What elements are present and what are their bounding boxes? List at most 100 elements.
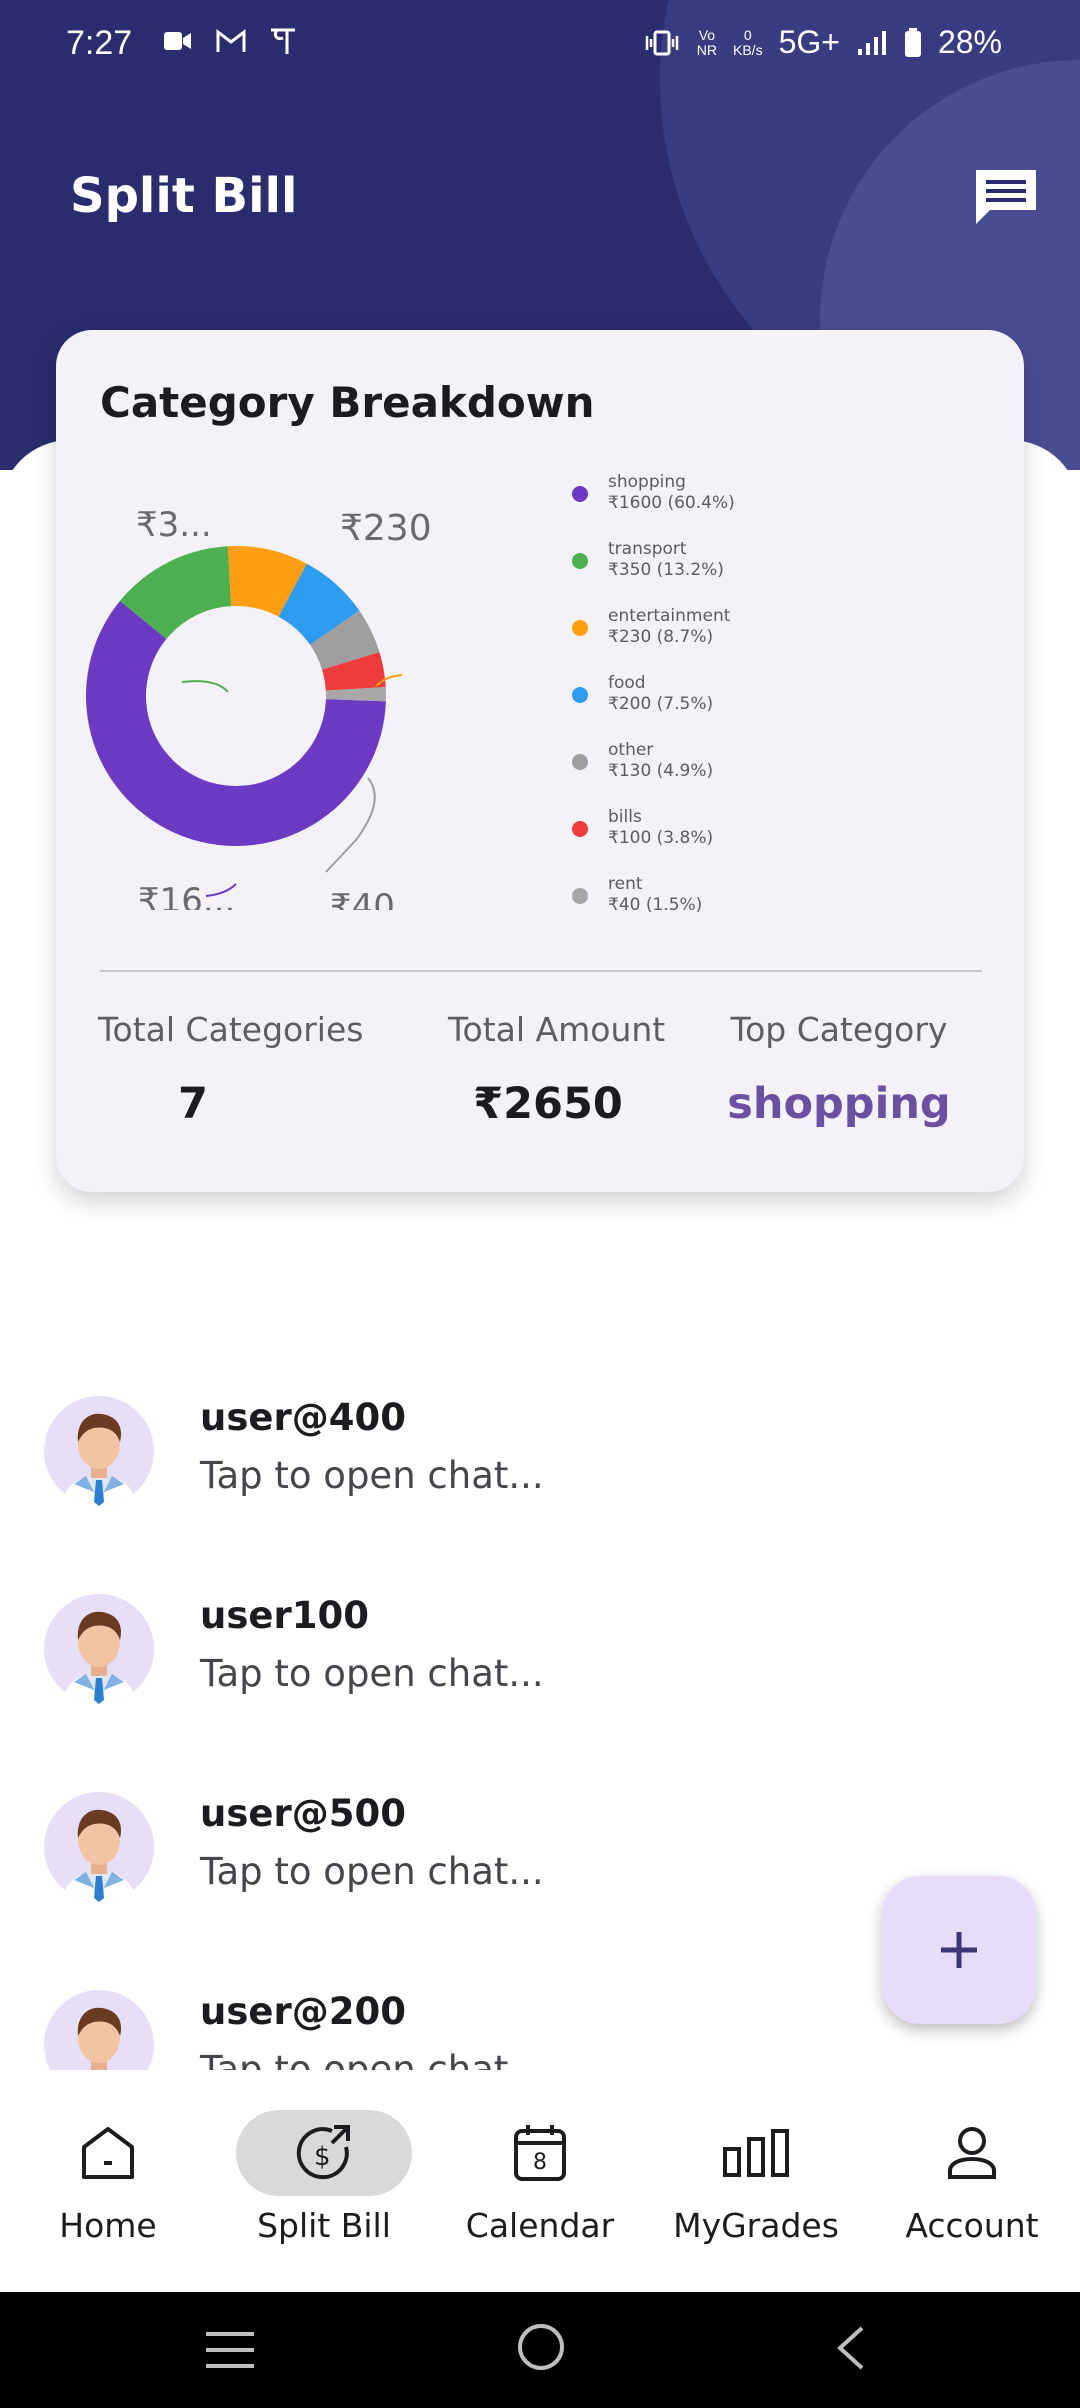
nav-label: MyGrades [673,2206,839,2245]
vibrate-icon [645,30,679,55]
legend-item-bills: bills ₹100 (3.8%) [572,807,972,874]
chart-legend: shopping ₹1600 (60.4%) transport ₹350 (13.2… [572,472,972,941]
legend-value: ₹200 (7.5%) [608,694,714,714]
user-avatar-icon [62,1809,136,1902]
legend-label: bills [608,807,642,827]
legend-value: ₹1600 (60.4%) [608,493,735,513]
page-title: Split Bill [70,168,298,224]
avatar [44,1990,154,2070]
battery-icon [904,27,921,57]
system-navigation-bar [0,2292,1080,2408]
chat-name: user@500 [200,1792,406,1835]
home-system-icon[interactable] [516,2322,566,2372]
data-speed: 0 KB/s [733,26,763,58]
stat-value: 7 [178,1079,208,1129]
svg-text:$: $ [314,2142,331,2172]
legend-label: rent [608,874,643,894]
stat-label: Total Amount [448,1010,666,1049]
legend-dot [572,888,588,904]
legend-label: entertainment [608,606,731,626]
user-avatar-icon [77,2007,122,2070]
home-icon [82,2127,134,2179]
category-breakdown-card: Category Breakdown ₹3... ₹230 ₹16... ₹40… [56,330,1024,1192]
legend-dot [572,687,588,703]
status-time: 7:27 [66,24,133,62]
stat-total-categories: Total Categories 7 [98,1010,363,1129]
legend-value: ₹40 (1.5%) [608,895,703,915]
calendar-icon: 8 [514,2125,566,2181]
nav-mygrades[interactable]: MyGrades [648,2110,864,2245]
callout-leader-line [181,680,229,693]
chat-subtitle: Tap to open chat... [200,1652,544,1695]
app-screen: 7:27 Vo NR 0 KB/s 5G+ 28% Split Bill Categ… [0,0,1080,2292]
chat-button[interactable] [972,166,1040,228]
legend-item-other: other ₹130 (4.9%) [572,740,972,807]
gmail-icon [216,28,246,52]
callout-label-entertainment: ₹230 [340,508,432,549]
legend-label: shopping [608,472,686,492]
video-call-icon [164,32,191,50]
nav-home[interactable]: Home [0,2110,216,2245]
nav-icon-container [668,2110,844,2196]
nav-split-bill[interactable]: $ Split Bill [216,2110,432,2245]
chat-message-icon [976,170,1036,224]
battery-level: 28% [937,24,1002,60]
stat-label: Top Category [730,1010,948,1049]
chat-list-item[interactable]: user@400 Tap to open chat... [0,1382,1080,1580]
donut-chart: ₹3... ₹230 ₹16... ₹40 [86,505,432,910]
user-avatar-icon [62,1611,136,1704]
back-icon[interactable] [832,2324,868,2372]
nav-icon-container: $ [236,2110,412,2196]
legend-value: ₹130 (4.9%) [608,761,714,781]
avatar [44,1594,154,1704]
account-icon [948,2127,996,2179]
status-right-icons: Vo NR 0 KB/s 5G+ 28% [643,24,1002,61]
calendar-badge: 8 [533,2150,547,2175]
legend-item-food: food ₹200 (7.5%) [572,673,972,740]
legend-label: other [608,740,654,760]
nav-label: Home [59,2206,157,2245]
signal-icon [857,30,886,55]
nav-label: Split Bill [257,2206,391,2245]
phonepe-icon [271,28,295,54]
legend-dot [572,486,588,502]
nav-icon-container: 8 [452,2110,628,2196]
stat-value: shopping [727,1079,951,1129]
chat-name: user@400 [200,1396,406,1439]
nav-label: Calendar [465,2206,615,2245]
legend-item-entertainment: entertainment ₹230 (8.7%) [572,606,972,673]
user-avatar-icon [62,1413,136,1506]
legend-item-rent: rent ₹40 (1.5%) [572,874,972,941]
legend-value: ₹350 (13.2%) [608,560,724,580]
chat-name: user100 [200,1594,369,1637]
legend-dot [572,620,588,636]
callout-label-rent: ₹40 [330,887,395,910]
plus-icon [941,1932,977,1968]
legend-value: ₹100 (3.8%) [608,828,714,848]
nav-calendar[interactable]: 8 Calendar [432,2110,648,2245]
chat-name: user@200 [200,1990,406,2033]
chat-subtitle: Tap to open chat... [200,2048,544,2070]
nav-icon-container [884,2110,1060,2196]
avatar [44,1396,154,1506]
callout-label-transport: ₹3... [136,505,212,545]
legend-item-shopping: shopping ₹1600 (60.4%) [572,472,972,539]
legend-dot [572,821,588,837]
split-bill-icon: $ [296,2125,350,2180]
stat-total-amount: Total Amount ₹2650 [448,1010,666,1129]
nav-label: Account [905,2206,1039,2245]
legend-value: ₹230 (8.7%) [608,627,714,647]
card-title: Category Breakdown [100,378,595,427]
stat-top-category: Top Category shopping [724,1010,954,1129]
legend-dot [572,754,588,770]
volte-indicator: Vo NR [696,26,717,58]
recent-apps-icon[interactable] [204,2330,256,2370]
add-chat-button[interactable] [882,1876,1036,2024]
notification-icons [163,26,297,56]
bottom-navigation: Home $ Split Bill 8 Calendar MyGrades Ac… [0,2070,1080,2292]
chat-list-item[interactable]: user100 Tap to open chat... [0,1580,1080,1778]
nav-account[interactable]: Account [864,2110,1080,2245]
legend-label: transport [608,539,687,559]
nav-icon-container [20,2110,196,2196]
status-bar: 7:27 Vo NR 0 KB/s 5G+ 28% [0,0,1080,92]
